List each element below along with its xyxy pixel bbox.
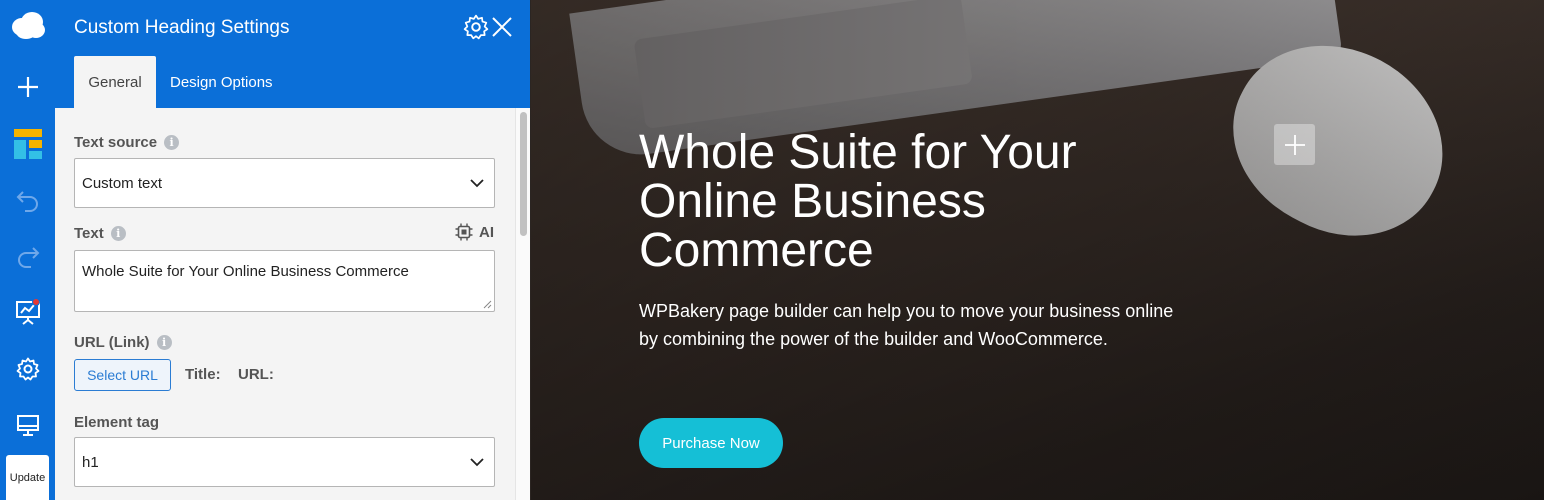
add-element-tile[interactable] — [1274, 124, 1315, 165]
text-source-label: Text source i — [74, 134, 180, 151]
notification-dot — [32, 298, 40, 306]
ai-chip-icon — [455, 223, 473, 241]
url-label: URL (Link) i — [74, 334, 172, 351]
url-value-label: URL: — [238, 366, 274, 383]
undo-icon — [16, 191, 38, 212]
redo-button[interactable] — [0, 234, 55, 278]
element-tag-label: Element tag — [74, 414, 160, 431]
info-icon[interactable]: i — [164, 135, 180, 150]
page-settings-button[interactable] — [0, 347, 55, 391]
gear-icon — [463, 14, 489, 40]
scrollbar-thumb[interactable] — [520, 112, 527, 236]
update-button[interactable]: Update — [6, 455, 49, 500]
panel-header: Custom Heading Settings General Design O… — [55, 0, 530, 108]
cloud-logo-icon — [11, 12, 45, 39]
info-icon[interactable]: i — [110, 226, 126, 241]
resize-handle-icon[interactable] — [483, 300, 492, 309]
logo-button[interactable] — [0, 4, 55, 48]
responsive-preview-icon — [16, 415, 39, 436]
seo-analytics-button[interactable] — [0, 290, 55, 334]
element-tag-select[interactable]: h1 — [74, 437, 495, 487]
builder-toolbar: Update — [0, 0, 55, 500]
panel-scrollbar[interactable] — [515, 108, 530, 500]
hero-description[interactable]: WPBakery page builder can help you to mo… — [639, 297, 1179, 353]
purchase-now-button[interactable]: Purchase Now — [639, 418, 783, 468]
info-icon[interactable]: i — [156, 335, 172, 350]
text-label: Text i — [74, 225, 126, 242]
templates-button[interactable] — [0, 122, 55, 166]
panel-settings-button[interactable] — [463, 14, 489, 45]
tab-design-options[interactable]: Design Options — [170, 56, 273, 108]
close-panel-button[interactable] — [491, 16, 513, 43]
settings-icon — [16, 357, 39, 381]
templates-icon — [13, 129, 42, 159]
hero-heading[interactable]: Whole Suite for Your Online Business Com… — [639, 128, 1199, 275]
text-source-select[interactable]: Custom text — [74, 158, 495, 208]
add-element-button[interactable] — [0, 65, 55, 109]
select-url-button[interactable]: Select URL — [74, 359, 171, 391]
ai-assistant-button[interactable]: AI — [455, 223, 494, 241]
undo-button[interactable] — [0, 178, 55, 222]
url-title-label: Title: — [185, 366, 221, 383]
settings-panel: Custom Heading Settings General Design O… — [55, 0, 530, 500]
chevron-down-icon — [470, 179, 484, 188]
redo-icon — [17, 247, 39, 268]
panel-title: Custom Heading Settings — [74, 17, 290, 38]
add-element-icon — [17, 77, 38, 97]
chevron-down-icon — [470, 458, 484, 467]
text-textarea[interactable]: Whole Suite for Your Online Business Com… — [74, 250, 495, 312]
tab-general[interactable]: General — [74, 56, 156, 108]
close-icon — [492, 17, 512, 37]
plus-icon — [1284, 134, 1305, 155]
page-preview-hero: Whole Suite for Your Online Business Com… — [531, 0, 1544, 500]
responsive-preview-button[interactable] — [0, 403, 55, 447]
